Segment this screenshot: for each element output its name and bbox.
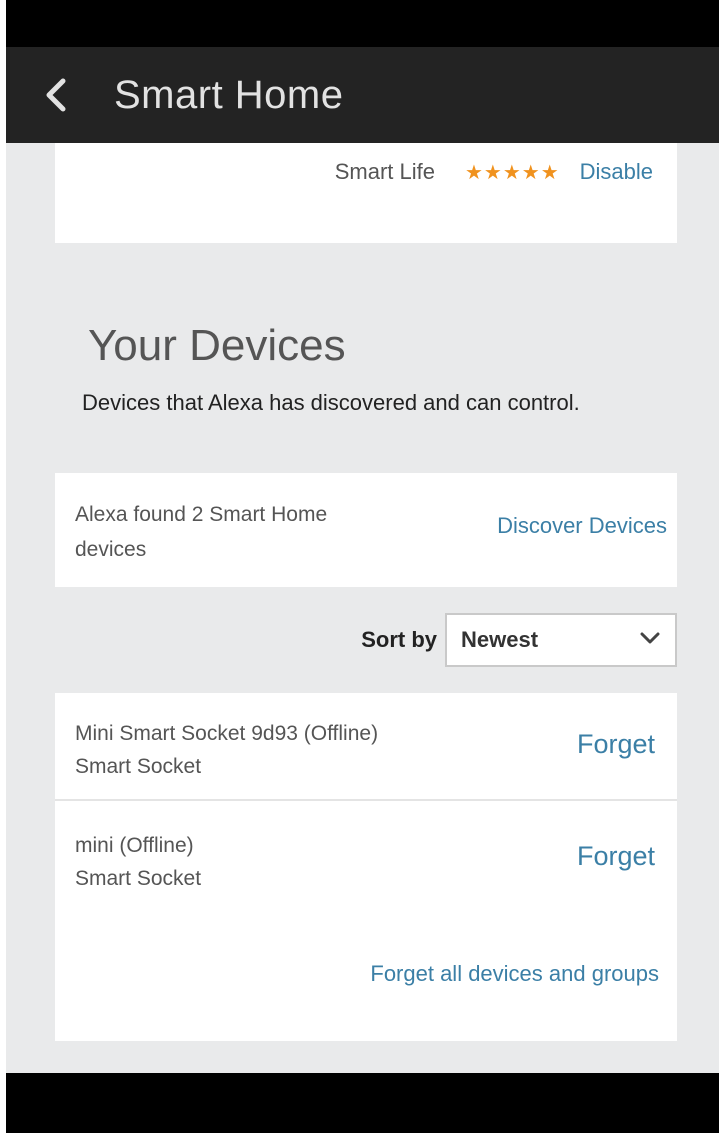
- forget-device-button[interactable]: Forget: [577, 841, 655, 872]
- status-bar: [6, 0, 719, 47]
- device-info: Mini Smart Socket 9d93 (Offline) Smart S…: [75, 717, 545, 783]
- discover-devices-link[interactable]: Discover Devices: [497, 513, 667, 539]
- list-item: Mini Smart Socket 9d93 (Offline) Smart S…: [55, 693, 677, 801]
- skill-row: Smart Life ★★★★★ Disable: [335, 159, 653, 185]
- app-screen: Smart Home Smart Life ★★★★★ Disable Your…: [6, 0, 719, 1133]
- main-content: Smart Life ★★★★★ Disable Your Devices De…: [6, 143, 719, 1073]
- app-header: Smart Home: [6, 47, 719, 143]
- navigation-bar: [6, 1073, 719, 1133]
- discover-status-text: Alexa found 2 Smart Home devices: [75, 503, 328, 561]
- chevron-left-icon[interactable]: [36, 75, 76, 115]
- forget-device-button[interactable]: Forget: [577, 729, 655, 760]
- sort-row: Sort by Newest: [361, 613, 677, 667]
- device-name: mini (Offline): [75, 834, 194, 857]
- device-type: Smart Socket: [75, 755, 202, 778]
- chevron-down-icon: [639, 631, 661, 650]
- device-name: Mini Smart Socket 9d93 (Offline): [75, 722, 379, 745]
- device-list: Mini Smart Socket 9d93 (Offline) Smart S…: [55, 693, 677, 1041]
- sort-select[interactable]: Newest: [445, 613, 677, 667]
- forget-all-link[interactable]: Forget all devices and groups: [370, 961, 659, 987]
- section-title: Your Devices: [88, 321, 346, 370]
- section-description: Devices that Alexa has discovered and ca…: [82, 390, 580, 415]
- disable-skill-link[interactable]: Disable: [580, 159, 653, 185]
- sort-label: Sort by: [361, 627, 437, 652]
- sort-selected-value: Newest: [461, 627, 539, 652]
- rating-stars: ★★★★★: [464, 161, 560, 184]
- device-info: mini (Offline) Smart Socket: [75, 829, 545, 895]
- skill-name: Smart Life: [334, 159, 435, 184]
- page-title: Smart Home: [114, 72, 344, 117]
- skill-card: Smart Life ★★★★★ Disable: [55, 143, 677, 243]
- discover-card: Alexa found 2 Smart Home devices Discove…: [55, 473, 677, 587]
- device-type: Smart Socket: [75, 867, 202, 890]
- list-item: mini (Offline) Smart Socket Forget: [55, 805, 677, 913]
